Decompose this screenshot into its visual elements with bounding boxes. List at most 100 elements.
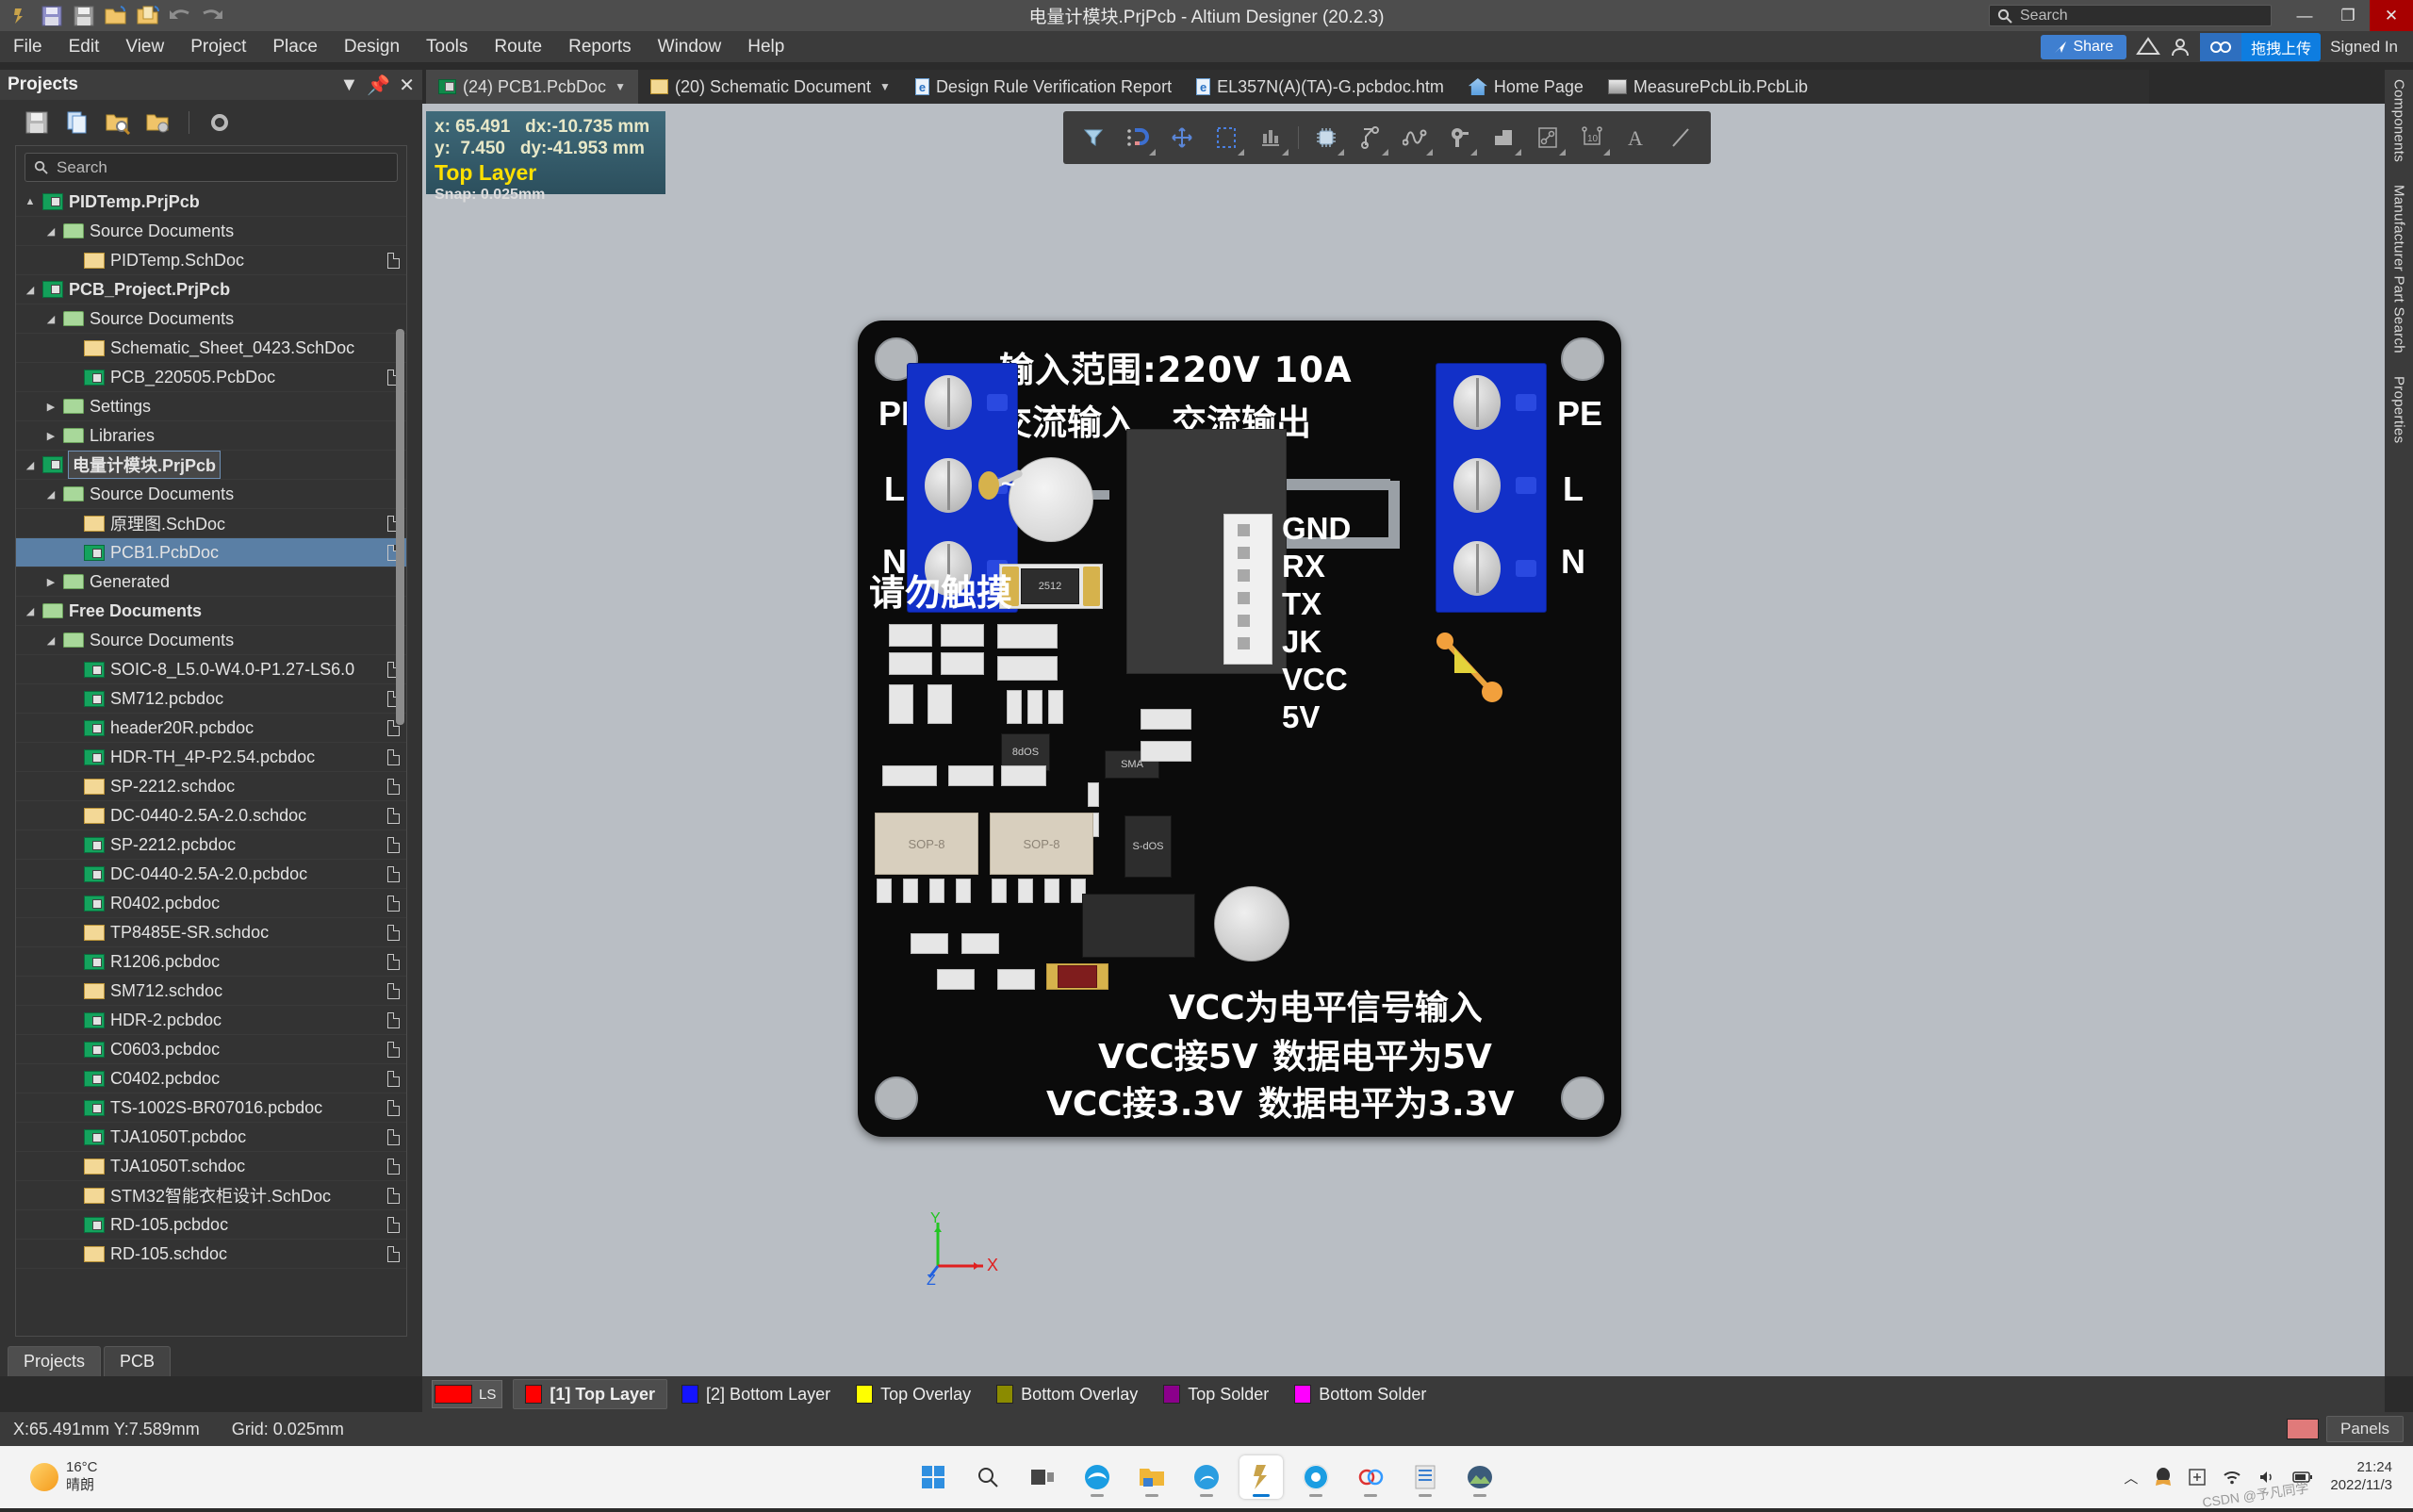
- task-view-icon[interactable]: [1021, 1455, 1064, 1499]
- save-icon[interactable]: [38, 4, 66, 28]
- expand-arrow-icon[interactable]: ▶: [44, 430, 57, 442]
- projects-search-input[interactable]: Search: [25, 153, 398, 182]
- tab-home-page[interactable]: Home Page: [1456, 70, 1596, 104]
- tab-measure-pcblib[interactable]: MeasurePcbLib.PcbLib: [1596, 70, 1820, 104]
- place-region-icon[interactable]: [1527, 117, 1568, 158]
- menu-edit[interactable]: Edit: [56, 31, 113, 63]
- search-folder-icon[interactable]: [104, 108, 132, 137]
- layer-top-solder[interactable]: Top Solder: [1152, 1379, 1280, 1409]
- tree-item[interactable]: SM712.schdoc: [16, 977, 406, 1006]
- expand-arrow-icon[interactable]: ▶: [44, 576, 57, 588]
- move-icon[interactable]: [1161, 117, 1203, 158]
- collapse-arrow-icon[interactable]: ◢: [24, 459, 37, 471]
- tree-item[interactable]: header20R.pcbdoc: [16, 714, 406, 743]
- tree-item[interactable]: SP-2212.schdoc: [16, 772, 406, 801]
- tree-item[interactable]: PCB_220505.PcbDoc: [16, 363, 406, 392]
- tree-item[interactable]: DC-0440-2.5A-2.0.pcbdoc: [16, 860, 406, 889]
- tree-item[interactable]: DC-0440-2.5A-2.0.schdoc: [16, 801, 406, 830]
- tree-item[interactable]: SM712.pcbdoc: [16, 684, 406, 714]
- tree-item[interactable]: HDR-2.pcbdoc: [16, 1006, 406, 1035]
- chrome-icon[interactable]: [1294, 1455, 1338, 1499]
- folder-options-icon[interactable]: [144, 108, 172, 137]
- global-search-input[interactable]: Search: [1989, 5, 2272, 26]
- menu-design[interactable]: Design: [331, 31, 413, 63]
- search-icon[interactable]: [966, 1455, 1010, 1499]
- menu-window[interactable]: Window: [645, 31, 735, 63]
- file-explorer-icon[interactable]: [1130, 1455, 1174, 1499]
- chevron-down-icon[interactable]: ▼: [340, 74, 359, 96]
- tree-item[interactable]: STM32智能衣柜设计.SchDoc: [16, 1181, 406, 1210]
- layer-bottom-overlay[interactable]: Bottom Overlay: [985, 1379, 1149, 1409]
- qq-icon[interactable]: [2155, 1467, 2172, 1487]
- dock-tab-components[interactable]: Components: [2391, 79, 2407, 162]
- open-document-icon[interactable]: [134, 4, 162, 28]
- save-all-icon[interactable]: [70, 4, 98, 28]
- tree-item[interactable]: 原理图.SchDoc: [16, 509, 406, 538]
- tree-item[interactable]: RD-105.schdoc: [16, 1240, 406, 1269]
- layer-set-selector[interactable]: LS: [432, 1380, 503, 1408]
- menu-help[interactable]: Help: [734, 31, 797, 63]
- weather-widget[interactable]: 16°C 晴朗: [0, 1459, 98, 1495]
- layer-top-layer[interactable]: [1] Top Layer: [513, 1379, 668, 1409]
- tree-item[interactable]: TJA1050T.schdoc: [16, 1152, 406, 1181]
- tab-el357n-htm[interactable]: EL357N(A)(TA)-G.pcbdoc.htm: [1184, 70, 1456, 104]
- pcb-board-3d[interactable]: 输入范围:220V 10A 交流输入 交流输出 PE L N PE L N ~ …: [858, 320, 1621, 1137]
- close-icon[interactable]: ✕: [399, 74, 415, 97]
- collapse-arrow-icon[interactable]: ◢: [44, 225, 57, 238]
- tree-item[interactable]: PIDTemp.SchDoc: [16, 246, 406, 275]
- start-icon[interactable]: [911, 1455, 955, 1499]
- close-button[interactable]: ✕: [2370, 0, 2413, 31]
- tree-item[interactable]: RD-105.pcbdoc: [16, 1210, 406, 1240]
- tree-item[interactable]: SOIC-8_L5.0-W4.0-P1.27-LS6.0: [16, 655, 406, 684]
- tree-item[interactable]: C0603.pcbdoc: [16, 1035, 406, 1064]
- clock[interactable]: 21:24 2022/11/3: [2330, 1459, 2392, 1495]
- menu-reports[interactable]: Reports: [555, 31, 645, 63]
- panel-tab-projects[interactable]: Projects: [8, 1346, 102, 1376]
- align-icon[interactable]: [1250, 117, 1291, 158]
- undo-icon[interactable]: [166, 4, 194, 28]
- pcb-canvas[interactable]: x: 65.491 dx:-10.735 mm y: 7.450 dy:-41.…: [422, 104, 2385, 1376]
- notifications-icon[interactable]: [2136, 36, 2161, 58]
- collapse-arrow-icon[interactable]: ▲: [24, 196, 37, 207]
- save-icon[interactable]: [23, 108, 51, 137]
- menu-route[interactable]: Route: [481, 31, 555, 63]
- expand-arrow-icon[interactable]: ▶: [44, 401, 57, 413]
- gear-icon[interactable]: [205, 108, 234, 137]
- tree-item[interactable]: TJA1050T.pcbdoc: [16, 1123, 406, 1152]
- tree-item[interactable]: HDR-TH_4P-P2.54.pcbdoc: [16, 743, 406, 772]
- snap-magnet-icon[interactable]: [1117, 117, 1158, 158]
- altium365-icon[interactable]: [1349, 1455, 1392, 1499]
- tree-item[interactable]: ◢ Source Documents: [16, 304, 406, 334]
- tree-item[interactable]: R1206.pcbdoc: [16, 947, 406, 977]
- tab-schematic-document[interactable]: (20) Schematic Document ▼: [638, 70, 903, 104]
- project-tree[interactable]: ▲ PIDTemp.PrjPcb ◢ Source Documents PIDTemp.…: [16, 188, 406, 1336]
- ime-icon[interactable]: [2189, 1469, 2207, 1486]
- tree-item[interactable]: Schematic_Sheet_0423.SchDoc: [16, 334, 406, 363]
- menu-project[interactable]: Project: [177, 31, 259, 63]
- redo-icon[interactable]: [198, 4, 226, 28]
- tree-item[interactable]: ▶ Libraries: [16, 421, 406, 451]
- tree-item[interactable]: PCB1.PcbDoc: [16, 538, 406, 567]
- tab-drc-report[interactable]: Design Rule Verification Report: [903, 70, 1184, 104]
- notes-icon[interactable]: [1403, 1455, 1447, 1499]
- menu-tools[interactable]: Tools: [413, 31, 481, 63]
- tree-item[interactable]: R0402.pcbdoc: [16, 889, 406, 918]
- collapse-arrow-icon[interactable]: ◢: [44, 313, 57, 325]
- place-line-icon[interactable]: [1660, 117, 1701, 158]
- place-text-icon[interactable]: A: [1616, 117, 1657, 158]
- menu-file[interactable]: File: [0, 31, 56, 63]
- tree-item[interactable]: ▶ Generated: [16, 567, 406, 597]
- menu-view[interactable]: View: [112, 31, 177, 63]
- tree-item[interactable]: TP8485E-SR.schdoc: [16, 918, 406, 947]
- tree-item[interactable]: ◢ Free Documents: [16, 597, 406, 626]
- place-track-icon[interactable]: [1350, 117, 1391, 158]
- panels-button[interactable]: Panels: [2326, 1416, 2404, 1442]
- menu-place[interactable]: Place: [259, 31, 331, 63]
- collapse-arrow-icon[interactable]: ◢: [44, 488, 57, 501]
- minimize-button[interactable]: —: [2283, 0, 2326, 31]
- user-account-icon[interactable]: [2170, 37, 2191, 58]
- place-dimension-icon[interactable]: 10: [1571, 117, 1613, 158]
- tree-item[interactable]: ◢ Source Documents: [16, 217, 406, 246]
- tree-item[interactable]: SP-2212.pcbdoc: [16, 830, 406, 860]
- signed-in-label[interactable]: Signed In: [2330, 38, 2404, 57]
